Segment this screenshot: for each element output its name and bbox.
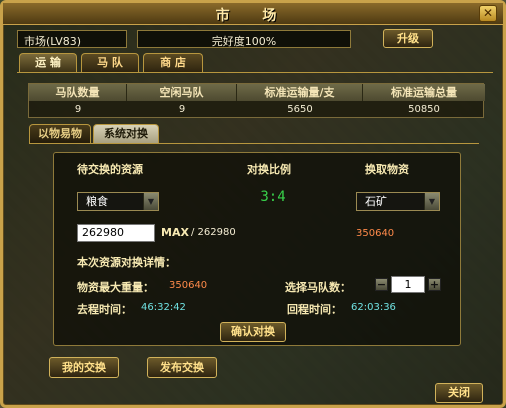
- stats-header-count: 马队数量: [29, 84, 127, 101]
- team-count-label: 选择马队数：: [285, 281, 351, 294]
- tab-shop[interactable]: 商 店: [143, 53, 203, 72]
- title-bar[interactable]: 市 场 ✕: [3, 3, 503, 25]
- stats-header-idle: 空闲马队: [127, 84, 237, 101]
- max-value: / 262980: [191, 227, 236, 238]
- target-resource-heading: 换取物资: [365, 163, 409, 176]
- market-window: 市 场 ✕ 市场(LV83) 完好度100% 升级 运 输 马 队 商 店 马队…: [0, 0, 506, 408]
- return-time-label: 回程时间：: [287, 303, 342, 316]
- max-weight-value: 350640: [169, 280, 208, 291]
- source-resource-selected: 粮食: [86, 195, 108, 208]
- tab-divider: [17, 72, 493, 73]
- tab-transport[interactable]: 运 输: [19, 53, 77, 72]
- target-resource-select[interactable]: 石矿 ▼: [356, 192, 440, 211]
- ratio-heading: 对换比例: [247, 163, 291, 176]
- source-resource-heading: 待交换的资源: [77, 163, 143, 176]
- stats-value-idle: 9: [178, 104, 186, 115]
- target-amount-value: 350640: [356, 228, 395, 239]
- exchange-details-title: 本次资源对换详情：: [77, 256, 176, 269]
- return-time-value: 62:03:36: [351, 302, 396, 313]
- stats-header-standard: 标准运输量/支: [237, 84, 363, 101]
- my-exchange-button[interactable]: 我的交换: [49, 357, 119, 378]
- caravan-stats-table: 马队数量 空闲马队 标准运输量/支 标准运输总量 9 9 5650 50850: [28, 83, 485, 118]
- chevron-down-icon[interactable]: ▼: [143, 193, 158, 210]
- tab-barter[interactable]: 以物易物: [29, 124, 91, 143]
- close-button[interactable]: 关闭: [435, 383, 483, 403]
- stats-value-count: 9: [74, 104, 82, 115]
- condition-field: 完好度100%: [137, 30, 351, 48]
- target-resource-selected: 石矿: [365, 195, 387, 208]
- minus-icon[interactable]: −: [375, 278, 388, 291]
- exchange-ratio-value: 3:4: [260, 189, 286, 205]
- confirm-exchange-button[interactable]: 确认对换: [220, 322, 286, 342]
- close-x-icon[interactable]: ✕: [479, 5, 497, 22]
- exchange-amount-input[interactable]: 262980: [77, 224, 155, 242]
- go-time-value: 46:32:42: [141, 302, 186, 313]
- upgrade-button[interactable]: 升级: [383, 29, 433, 48]
- team-count-input[interactable]: 1: [391, 276, 425, 293]
- max-button[interactable]: MAX: [161, 226, 189, 239]
- chevron-down-icon[interactable]: ▼: [424, 193, 439, 210]
- stats-header-total: 标准运输总量: [363, 84, 485, 101]
- plus-icon[interactable]: +: [428, 278, 441, 291]
- subtab-divider: [29, 143, 479, 144]
- max-weight-label: 物资最大重量：: [77, 281, 154, 294]
- source-resource-select[interactable]: 粮食 ▼: [77, 192, 159, 211]
- publish-exchange-button[interactable]: 发布交换: [147, 357, 217, 378]
- tab-caravan[interactable]: 马 队: [81, 53, 139, 72]
- tab-system-exchange[interactable]: 系统对换: [93, 124, 159, 143]
- window-title: 市 场: [215, 8, 291, 24]
- go-time-label: 去程时间：: [77, 303, 132, 316]
- stats-value-total: 50850: [408, 104, 440, 115]
- stats-value-standard: 5650: [287, 104, 313, 115]
- market-level-field: 市场(LV83): [17, 30, 127, 48]
